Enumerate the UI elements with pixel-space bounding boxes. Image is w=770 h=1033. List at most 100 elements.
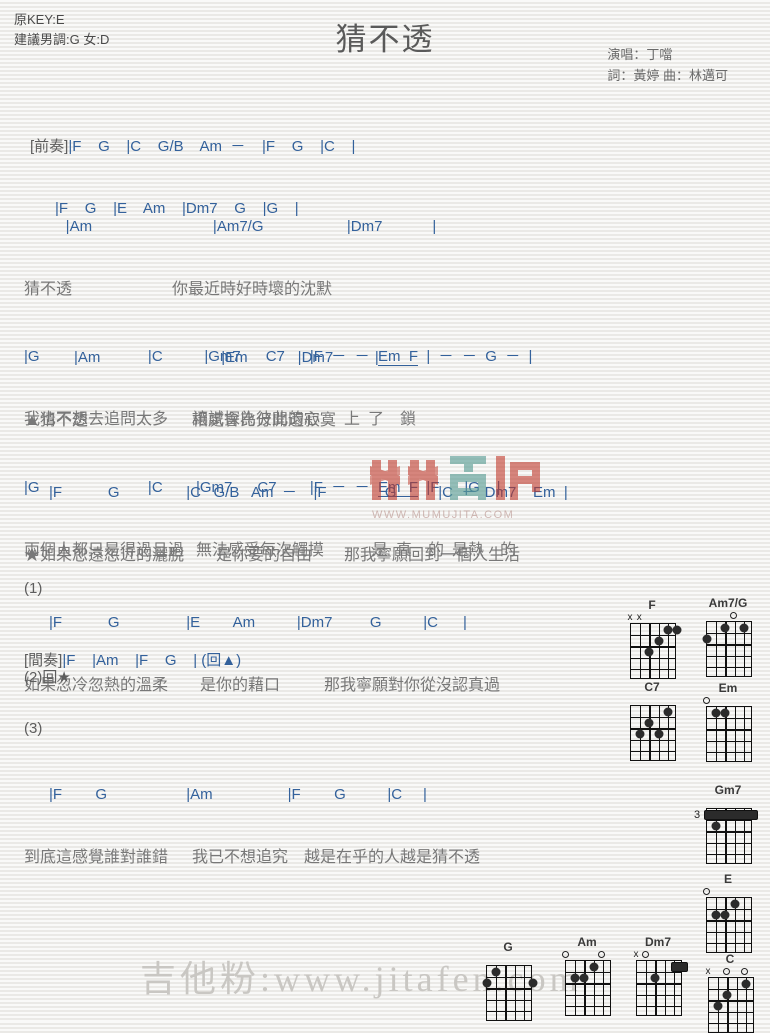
finger-dot xyxy=(644,647,654,657)
interlude-chords: |F |Am |F G | (回▲) xyxy=(62,652,242,669)
intro-line-1: [前奏]|F G |C G/B Am － |F G |C | xyxy=(30,134,355,160)
chord-diagram-marks xyxy=(702,886,752,897)
chord-diagram-c7: C7 xyxy=(628,680,676,761)
singer-line: 演唱：丁噹 xyxy=(607,47,673,62)
chord-diagram-name: Am7/G xyxy=(708,596,748,610)
finger-dot xyxy=(720,708,730,718)
fretboard-grid xyxy=(630,623,682,679)
verse-1-chords-1: |Am |Am7/G |Dm7 | xyxy=(24,218,437,235)
section-2-label: (2)回★ xyxy=(24,669,71,686)
finger-dot xyxy=(654,636,664,646)
chord-sheet-page: 原KEY:E 建議男調:G 女:D 猜不透 演唱：丁噹 詞：黃婷 曲：林邁可 [… xyxy=(0,0,770,1033)
chord-diagram-marks xyxy=(706,610,752,621)
finger-dot xyxy=(722,990,732,1000)
fret-number-label: 3 xyxy=(694,808,701,821)
chord-diagram-em: Em xyxy=(702,681,752,762)
chord-diagram-g: G xyxy=(482,940,538,1021)
writer-line: 詞：黃婷 曲：林邁可 xyxy=(607,68,728,83)
finger-dot xyxy=(654,729,664,739)
finger-dot xyxy=(663,707,673,717)
finger-dot xyxy=(579,973,589,983)
chord-diagram-name: C7 xyxy=(644,680,660,694)
fretboard-grid xyxy=(482,965,538,1021)
fretboard-grid xyxy=(630,705,676,761)
fretboard-grid xyxy=(706,706,752,762)
finger-dot xyxy=(589,962,599,972)
chord-diagram-f: Fxx xyxy=(627,598,682,679)
finger-dot xyxy=(711,910,721,920)
chord-diagram-marks xyxy=(706,797,752,808)
finger-dot xyxy=(739,623,749,633)
song-credits: 演唱：丁噹 詞：黃婷 曲：林邁可 xyxy=(607,44,728,86)
outro-lyrics: 到底這感覺誰對誰錯 我已不想追究 越是在乎的人越是猜不透 xyxy=(24,849,481,866)
chord-diagram-name: G xyxy=(503,940,513,954)
chorus-lyrics-1: ★如果忽遠忽近的灑脫 是你要的自由 那我寧願回到一個人生活 xyxy=(24,547,521,564)
chord-diagram-name: Em xyxy=(718,681,738,695)
chord-diagram-marks xyxy=(486,954,532,965)
fretboard-grid xyxy=(706,897,752,953)
chord-diagram-name: Gm7 xyxy=(714,783,742,797)
barre-marker xyxy=(704,809,758,820)
finger-dot xyxy=(720,623,730,633)
muted-string-icon: x xyxy=(705,966,711,977)
fretboard-grid xyxy=(708,977,754,1033)
open-string-icon xyxy=(741,968,749,975)
fretboard-grid: 3 xyxy=(694,808,758,864)
muted-string-icon: x xyxy=(636,612,642,623)
chord-diagram-name: Dm7 xyxy=(644,935,671,949)
chord-diagram-marks xyxy=(702,695,752,706)
chord-diagram-name: E xyxy=(723,872,732,886)
chord-diagram-name: Am xyxy=(577,935,597,949)
finger-dot xyxy=(663,625,673,635)
fretboard-grid xyxy=(702,621,752,677)
fretboard-grid xyxy=(565,960,611,1016)
open-string-icon xyxy=(598,951,606,958)
chord-diagram-name: C xyxy=(725,952,735,966)
section-1-label: (1) xyxy=(24,580,43,597)
interlude-section: [間奏]|F |Am |F G | (回▲) xyxy=(24,612,241,710)
chord-diagram-name: F xyxy=(648,598,656,612)
chorus-chords-1: |F G |C G/B Am － |F G |C － Dm7 Em | xyxy=(24,484,568,501)
finger-dot xyxy=(711,708,721,718)
finger-dot xyxy=(644,718,654,728)
muted-string-icon: x xyxy=(627,612,633,623)
open-string-icon xyxy=(641,951,649,958)
fretboard-grid xyxy=(636,960,688,1016)
open-string-icon xyxy=(561,951,569,958)
chord-diagram-am7-g: Am7/G xyxy=(702,596,752,677)
chord-diagram-am: Am xyxy=(561,935,611,1016)
verse-2-lyrics-1: ▲猜不透 相處會比分開還寂寞 xyxy=(24,412,336,429)
chord-diagram-dm7: Dm7 x xyxy=(633,935,688,1016)
finger-dot xyxy=(570,973,580,983)
finger-dot xyxy=(491,967,501,977)
muted-string-icon: x xyxy=(633,949,639,960)
finger-dot xyxy=(720,910,730,920)
chord-diagram-marks xyxy=(561,949,611,960)
finger-dot xyxy=(672,625,682,635)
chord-diagram-gm7: Gm7 3 xyxy=(694,783,758,864)
finger-dot xyxy=(482,978,492,988)
chord-diagram-marks: x xyxy=(705,966,754,977)
open-string-icon xyxy=(702,697,710,704)
chord-diagram-e: E xyxy=(702,872,752,953)
finger-dot xyxy=(711,821,721,831)
outro-chords: |F G |Am |F G |C | xyxy=(24,786,427,803)
chord-diagram-marks: xx xyxy=(627,612,676,623)
chord-diagram-marks xyxy=(630,694,676,705)
finger-dot xyxy=(741,979,751,989)
finger-dot xyxy=(730,899,740,909)
outro-section: |F G |Am |F G |C | 到底這感覺誰對誰錯 我已不想追究 越是在乎… xyxy=(24,746,480,908)
verse-1-lyrics-1: 猜不透 你最近時好時壞的沈默 xyxy=(24,281,333,298)
open-string-icon xyxy=(722,968,730,975)
open-string-icon xyxy=(730,612,738,619)
finger-dot xyxy=(650,973,660,983)
finger-dot xyxy=(528,978,538,988)
finger-dot xyxy=(702,634,712,644)
finger-dot xyxy=(635,729,645,739)
section-3-label: (3) xyxy=(24,720,43,737)
intro-label: [前奏] xyxy=(30,138,69,155)
chord-diagram-marks: x xyxy=(633,949,682,960)
open-string-icon xyxy=(702,888,710,895)
finger-dot xyxy=(713,1001,723,1011)
verse-2-chords-1: |Am |Em |Dm7 | xyxy=(24,349,379,366)
